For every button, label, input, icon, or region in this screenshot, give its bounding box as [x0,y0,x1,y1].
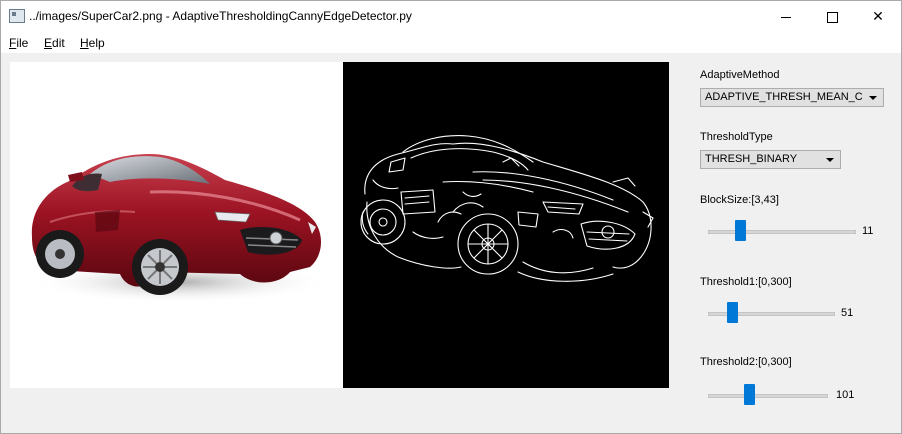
menu-help-label: elp [88,36,105,50]
threshold2-value: 101 [836,389,855,401]
edge-image [360,135,654,282]
threshold1-value: 51 [841,307,854,319]
block-size-track [708,230,856,234]
menu-edit-mnemonic: E [44,36,53,50]
adaptive-method-combo[interactable]: ADAPTIVE_THRESH_MEAN_C [700,88,884,107]
block-size-value: 11 [862,225,874,237]
minimize-button[interactable] [763,1,809,32]
threshold2-slider[interactable]: 101 [708,384,878,408]
window-title: ../images/SuperCar2.png - AdaptiveThresh… [29,9,412,23]
app-icon [9,9,25,23]
close-icon: ✕ [872,8,884,24]
app-window: ../images/SuperCar2.png - AdaptiveThresh… [0,0,902,434]
threshold1-label: Threshold1:[0,300] [700,276,792,288]
chevron-down-icon [869,96,877,100]
minimize-icon [781,16,791,18]
threshold-type-value: THRESH_BINARY [705,153,798,165]
threshold2-label: Threshold2:[0,300] [700,356,792,368]
adaptive-method-label: AdaptiveMethod [700,69,780,81]
menu-help-mnemonic: H [80,36,89,50]
source-image-view [10,62,343,388]
chevron-down-icon [826,158,834,162]
maximize-button[interactable] [809,1,855,32]
block-size-slider[interactable]: 11 [708,220,888,244]
title-bar[interactable]: ../images/SuperCar2.png - AdaptiveThresh… [1,1,901,32]
threshold1-thumb[interactable] [727,302,738,323]
menu-edit[interactable]: Edit [44,36,65,50]
adaptive-method-value: ADAPTIVE_THRESH_MEAN_C [705,91,863,103]
block-size-thumb[interactable] [735,220,746,241]
menu-bar: File Edit Help [1,32,901,53]
threshold2-track [708,394,828,398]
menu-file-label: ile [16,36,29,50]
menu-file[interactable]: File [9,36,28,50]
maximize-icon [826,11,838,23]
edge-image-view [343,62,669,388]
block-size-label: BlockSize:[3,43] [700,194,779,206]
menu-edit-label: dit [52,36,65,50]
close-button[interactable]: ✕ [855,1,901,32]
threshold2-thumb[interactable] [744,384,755,405]
menu-help[interactable]: Help [80,36,105,50]
threshold-type-label: ThresholdType [700,131,773,143]
car-image [30,154,330,304]
threshold-type-combo[interactable]: THRESH_BINARY [700,150,841,169]
threshold1-slider[interactable]: 51 [708,302,878,326]
